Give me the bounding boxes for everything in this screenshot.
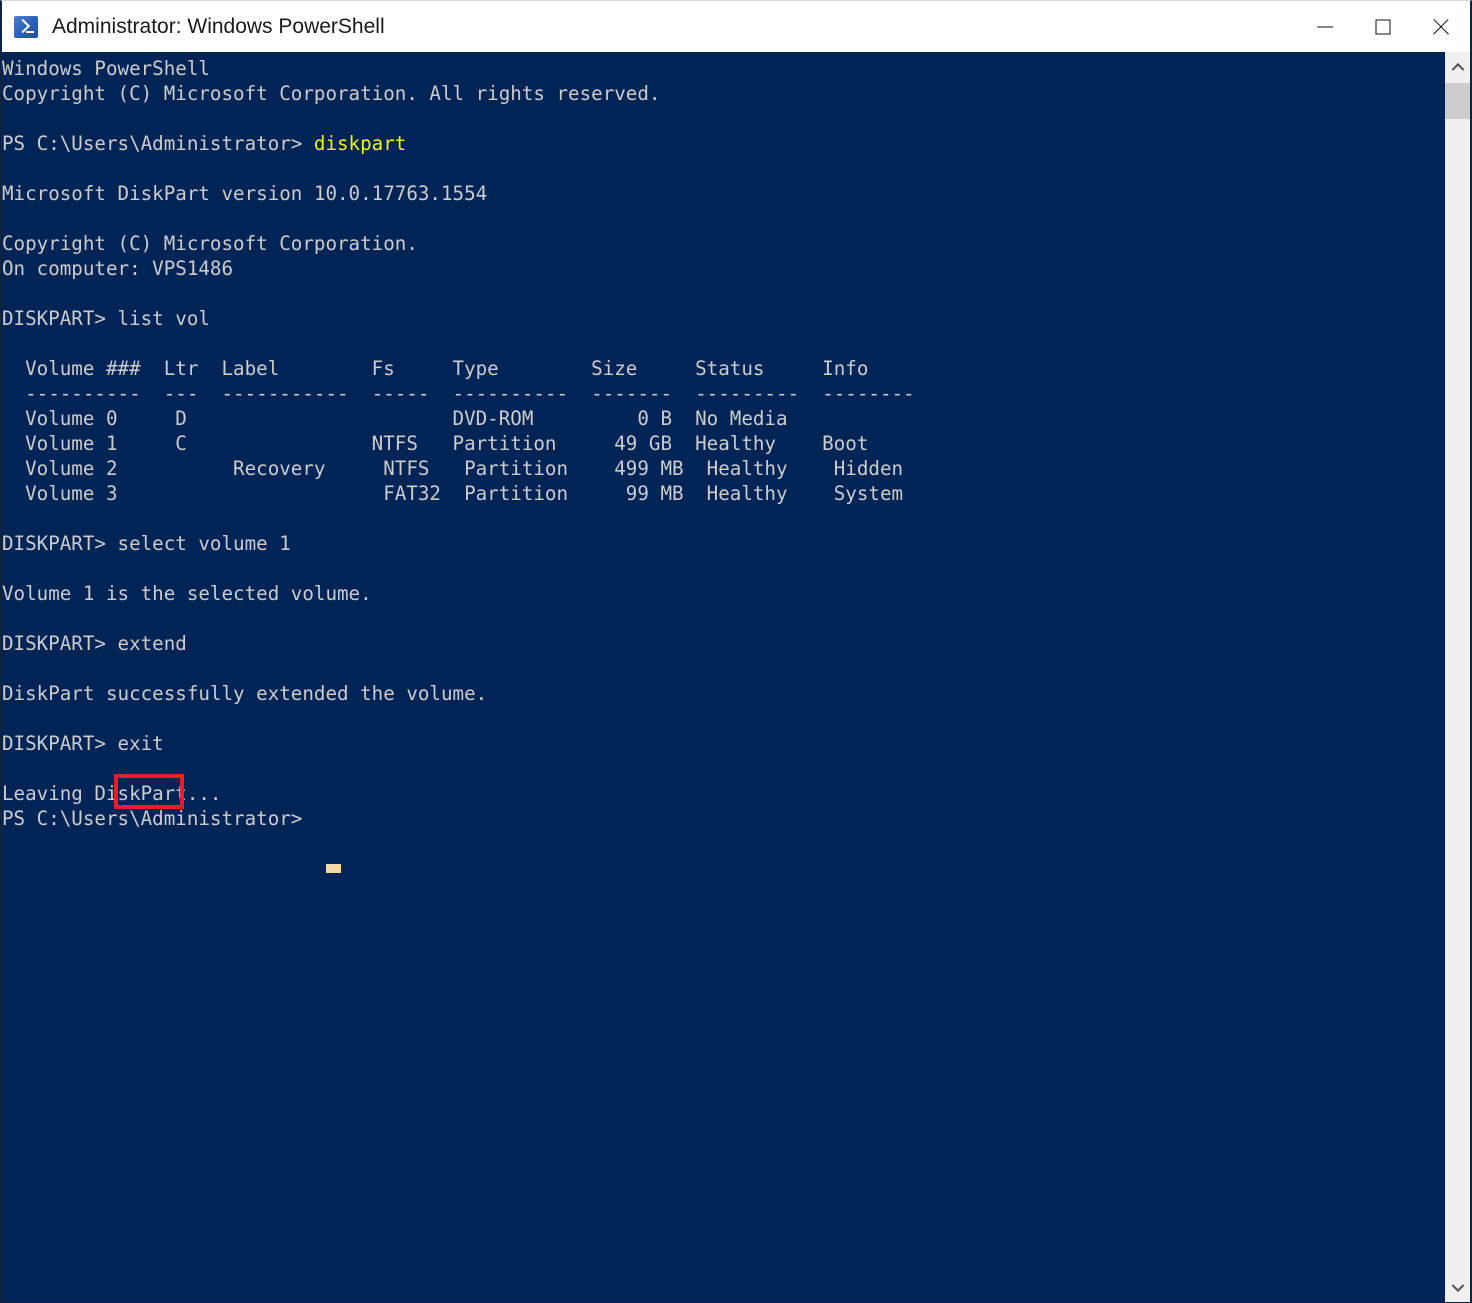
maximize-icon — [1376, 19, 1391, 34]
minimize-button[interactable] — [1296, 1, 1354, 52]
powershell-window: Administrator: Windows PowerShell Window… — [0, 0, 1472, 1303]
console-line: ---------- --- ----------- ----- -------… — [2, 381, 1445, 406]
console-line: Volume 2 Recovery NTFS Partition 499 MB … — [2, 456, 1445, 481]
console-output-area[interactable]: Windows PowerShellCopyright (C) Microsof… — [2, 52, 1445, 1302]
console-line: DiskPart successfully extended the volum… — [2, 681, 1445, 706]
console-line: Volume 0 D DVD-ROM 0 B No Media — [2, 406, 1445, 431]
chevron-down-icon — [1451, 1279, 1464, 1292]
console-line — [2, 606, 1445, 631]
console-line — [2, 556, 1445, 581]
console-line: Microsoft DiskPart version 10.0.17763.15… — [2, 181, 1445, 206]
console-line — [2, 156, 1445, 181]
scroll-up-arrow-button[interactable] — [1445, 52, 1470, 83]
window-title: Administrator: Windows PowerShell — [52, 15, 385, 39]
console-line — [2, 756, 1445, 781]
console-line — [2, 206, 1445, 231]
console-scrollbar[interactable] — [1445, 52, 1470, 1302]
console-line — [2, 331, 1445, 356]
console-line — [2, 706, 1445, 731]
console-line: PS C:\Users\Administrator> diskpart — [2, 131, 1445, 156]
maximize-button[interactable] — [1354, 1, 1412, 52]
console-line: Windows PowerShell — [2, 56, 1445, 81]
console-line — [2, 106, 1445, 131]
text-cursor — [326, 864, 341, 873]
console-line: Volume 3 FAT32 Partition 99 MB Healthy S… — [2, 481, 1445, 506]
console-line: Copyright (C) Microsoft Corporation. — [2, 231, 1445, 256]
console-line: DISKPART> list vol — [2, 306, 1445, 331]
console-line — [2, 281, 1445, 306]
console-line: DISKPART> select volume 1 — [2, 531, 1445, 556]
title-bar[interactable]: Administrator: Windows PowerShell — [2, 1, 1470, 52]
console-line: Copyright (C) Microsoft Corporation. All… — [2, 81, 1445, 106]
console-line: Volume ### Ltr Label Fs Type Size Status… — [2, 356, 1445, 381]
console-line: PS C:\Users\Administrator> — [2, 806, 1445, 831]
console-line: DISKPART> exit — [2, 731, 1445, 756]
console-line: DISKPART> extend — [2, 631, 1445, 656]
console-line: Volume 1 C NTFS Partition 49 GB Healthy … — [2, 431, 1445, 456]
chevron-up-icon — [1451, 62, 1464, 75]
console-command-token: diskpart — [314, 132, 406, 155]
console-line: Volume 1 is the selected volume. — [2, 581, 1445, 606]
console-text: Windows PowerShellCopyright (C) Microsof… — [2, 56, 1445, 831]
minimize-icon — [1317, 26, 1333, 27]
scrollbar-thumb[interactable] — [1445, 83, 1470, 119]
console-line — [2, 656, 1445, 681]
powershell-icon — [14, 16, 38, 38]
console-line — [2, 506, 1445, 531]
window-controls — [1296, 1, 1470, 52]
console-line: Leaving DiskPart... — [2, 781, 1445, 806]
close-button[interactable] — [1412, 1, 1470, 52]
console-line: On computer: VPS1486 — [2, 256, 1445, 281]
scroll-down-arrow-button[interactable] — [1445, 1271, 1470, 1302]
